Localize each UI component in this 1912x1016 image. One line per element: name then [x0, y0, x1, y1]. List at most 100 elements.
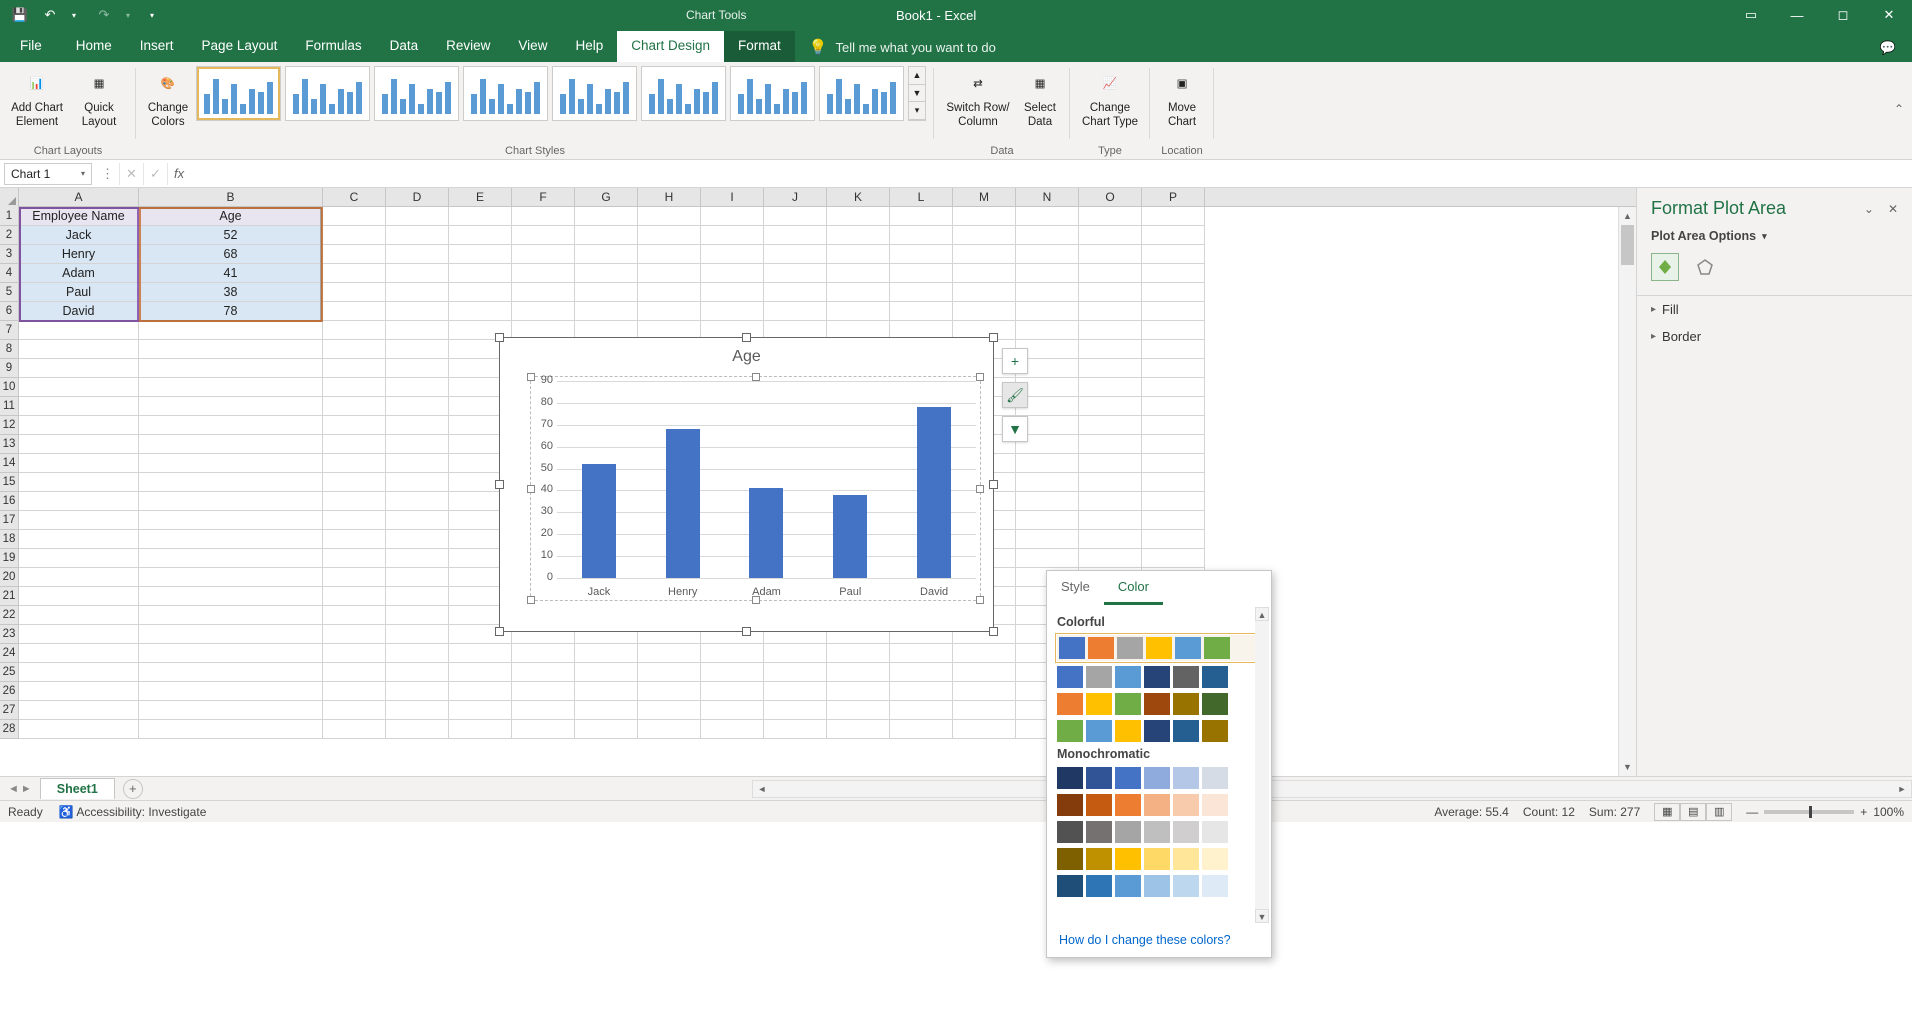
cell[interactable] [512, 720, 575, 739]
cell[interactable] [827, 245, 890, 264]
cell[interactable] [386, 359, 449, 378]
cell[interactable]: Employee Name [19, 207, 139, 226]
cell[interactable] [1142, 302, 1205, 321]
cell[interactable] [575, 226, 638, 245]
cell[interactable] [827, 302, 890, 321]
cell[interactable] [701, 302, 764, 321]
cell[interactable] [1079, 283, 1142, 302]
cell[interactable] [1079, 511, 1142, 530]
cell[interactable] [323, 663, 386, 682]
cell[interactable] [139, 321, 323, 340]
row-header[interactable]: 20 [0, 568, 18, 587]
resize-handle[interactable] [989, 627, 998, 636]
cell[interactable] [1016, 302, 1079, 321]
chevron-up-icon[interactable]: ▲ [1255, 607, 1269, 621]
resize-handle[interactable] [495, 333, 504, 342]
chevron-up-icon[interactable]: ▲ [1619, 207, 1636, 225]
cell[interactable] [19, 340, 139, 359]
cell[interactable] [323, 283, 386, 302]
cell[interactable] [323, 511, 386, 530]
cell[interactable] [827, 226, 890, 245]
cell[interactable] [827, 264, 890, 283]
row-header[interactable]: 16 [0, 492, 18, 511]
change-chart-type-button[interactable]: 📈Change Chart Type [1078, 66, 1142, 130]
quick-layout-button[interactable]: ▦Quick Layout [70, 66, 128, 130]
tab-home[interactable]: Home [62, 31, 126, 62]
cell[interactable] [323, 207, 386, 226]
cell[interactable] [19, 416, 139, 435]
cell[interactable]: Age [139, 207, 323, 226]
cell[interactable] [953, 720, 1016, 739]
tab-page-layout[interactable]: Page Layout [188, 31, 292, 62]
cell[interactable] [386, 587, 449, 606]
pane-subtitle[interactable]: Plot Area Options [1651, 229, 1756, 243]
cell[interactable] [386, 397, 449, 416]
cell[interactable] [386, 492, 449, 511]
cell[interactable] [701, 663, 764, 682]
scroll-thumb[interactable] [1621, 225, 1634, 265]
cell[interactable] [638, 283, 701, 302]
cell[interactable] [953, 701, 1016, 720]
select-all-corner[interactable] [0, 188, 19, 207]
tab-chart-design[interactable]: Chart Design [617, 31, 724, 62]
cell[interactable] [512, 283, 575, 302]
cell[interactable] [890, 283, 953, 302]
cell[interactable]: 41 [139, 264, 323, 283]
cell[interactable] [827, 701, 890, 720]
color-palette-row[interactable] [1057, 720, 1261, 742]
cell[interactable] [386, 416, 449, 435]
cell[interactable] [1079, 321, 1142, 340]
qat-customize[interactable]: ▾ [138, 2, 166, 28]
col-header[interactable]: D [386, 188, 449, 207]
cell[interactable] [890, 682, 953, 701]
cell[interactable] [890, 720, 953, 739]
cell[interactable] [638, 207, 701, 226]
zoom-slider[interactable] [1764, 810, 1854, 814]
namebox-expand-icon[interactable]: ⋮ [96, 163, 120, 185]
cell[interactable] [386, 207, 449, 226]
bar[interactable] [833, 495, 867, 578]
color-palette-row[interactable] [1057, 821, 1261, 843]
cell[interactable] [19, 321, 139, 340]
tab-view[interactable]: View [504, 31, 561, 62]
collapse-ribbon-icon[interactable]: ⌃ [1894, 102, 1904, 116]
cell[interactable] [1142, 378, 1205, 397]
cell[interactable] [638, 226, 701, 245]
cell[interactable] [386, 435, 449, 454]
cell[interactable] [19, 435, 139, 454]
cell[interactable] [890, 701, 953, 720]
cell[interactable] [323, 340, 386, 359]
col-header[interactable]: J [764, 188, 827, 207]
change-colors-button[interactable]: 🎨Change Colors [144, 66, 192, 130]
cell[interactable] [1016, 245, 1079, 264]
row-header[interactable]: 25 [0, 663, 18, 682]
cell[interactable] [1142, 549, 1205, 568]
cell[interactable] [449, 283, 512, 302]
chart-style-thumb[interactable] [285, 66, 370, 121]
cell[interactable] [701, 207, 764, 226]
cell[interactable] [512, 207, 575, 226]
sheet-nav[interactable]: ◄► [0, 783, 40, 795]
cell[interactable] [1142, 435, 1205, 454]
cell[interactable] [890, 207, 953, 226]
col-header[interactable]: C [323, 188, 386, 207]
col-header[interactable]: P [1142, 188, 1205, 207]
tab-review[interactable]: Review [432, 31, 504, 62]
cell[interactable] [139, 454, 323, 473]
cell[interactable] [764, 302, 827, 321]
cell[interactable] [827, 663, 890, 682]
cell[interactable] [139, 549, 323, 568]
cell[interactable] [19, 606, 139, 625]
cell[interactable] [575, 207, 638, 226]
cell[interactable] [764, 245, 827, 264]
cell[interactable] [575, 663, 638, 682]
resize-handle[interactable] [976, 596, 984, 604]
cell[interactable] [323, 435, 386, 454]
cell[interactable] [1079, 359, 1142, 378]
cell[interactable] [512, 226, 575, 245]
cell[interactable] [323, 644, 386, 663]
flyout-tab-color[interactable]: Color [1104, 571, 1163, 605]
switch-row-column-button[interactable]: ⇄Switch Row/ Column [942, 66, 1014, 130]
cell[interactable] [575, 264, 638, 283]
cell[interactable] [953, 226, 1016, 245]
